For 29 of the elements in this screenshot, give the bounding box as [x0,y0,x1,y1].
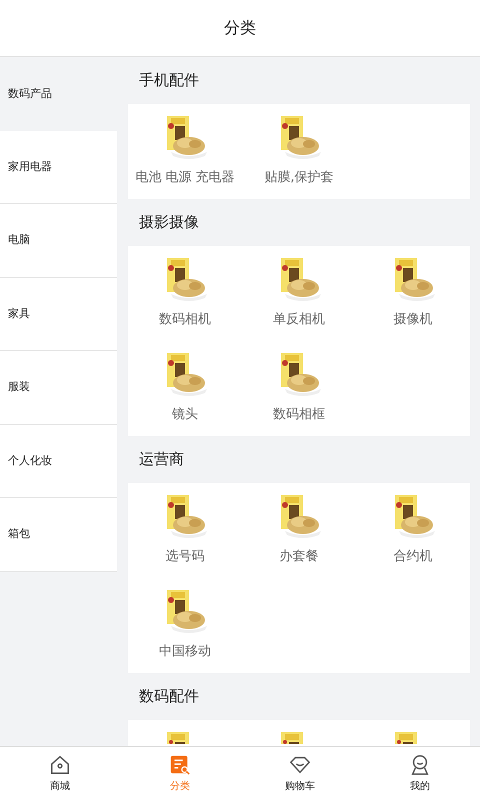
category-label[interactable]: 摄像机 [394,310,432,330]
category-label[interactable]: 选号码 [166,547,204,566]
sidebar-item[interactable]: 服装 [0,351,117,424]
list-search-icon [169,754,191,776]
sidebar-item[interactable]: 家具 [0,278,117,351]
section-title: 数码配件 [139,686,199,708]
home-icon [49,754,71,776]
tab-item[interactable]: 分类 [120,747,240,800]
tab-item[interactable]: 我的 [360,747,480,800]
tab-item[interactable]: 商城 [0,747,120,800]
section-title: 手机配件 [139,70,199,92]
category-label[interactable]: 数码相机 [159,310,211,330]
page-title: 分类 [224,17,256,39]
section-title: 运营商 [139,449,184,470]
category-label[interactable]: 单反相机 [273,310,325,330]
category-label[interactable]: 中国移动 [159,642,211,662]
category-label[interactable]: 办套餐 [280,547,318,566]
sidebar-item[interactable]: 家用电器 [0,130,117,204]
category-label[interactable]: 数码相框 [273,405,325,424]
sidebar-item[interactable]: 个人化妆 [0,424,117,498]
section-title: 摄影摄像 [139,212,199,234]
sidebar-item[interactable]: 箱包 [0,498,117,572]
category-label[interactable]: 电池 电源 充电器 [135,168,235,188]
category-label[interactable]: 贴膜,保护套 [264,168,334,188]
person-icon [409,754,431,776]
sidebar-item[interactable]: 电脑 [0,204,117,278]
category-label[interactable]: 镜头 [172,405,198,424]
tab-item[interactable]: 购物车 [240,747,360,800]
category-label[interactable]: 合约机 [394,547,432,566]
